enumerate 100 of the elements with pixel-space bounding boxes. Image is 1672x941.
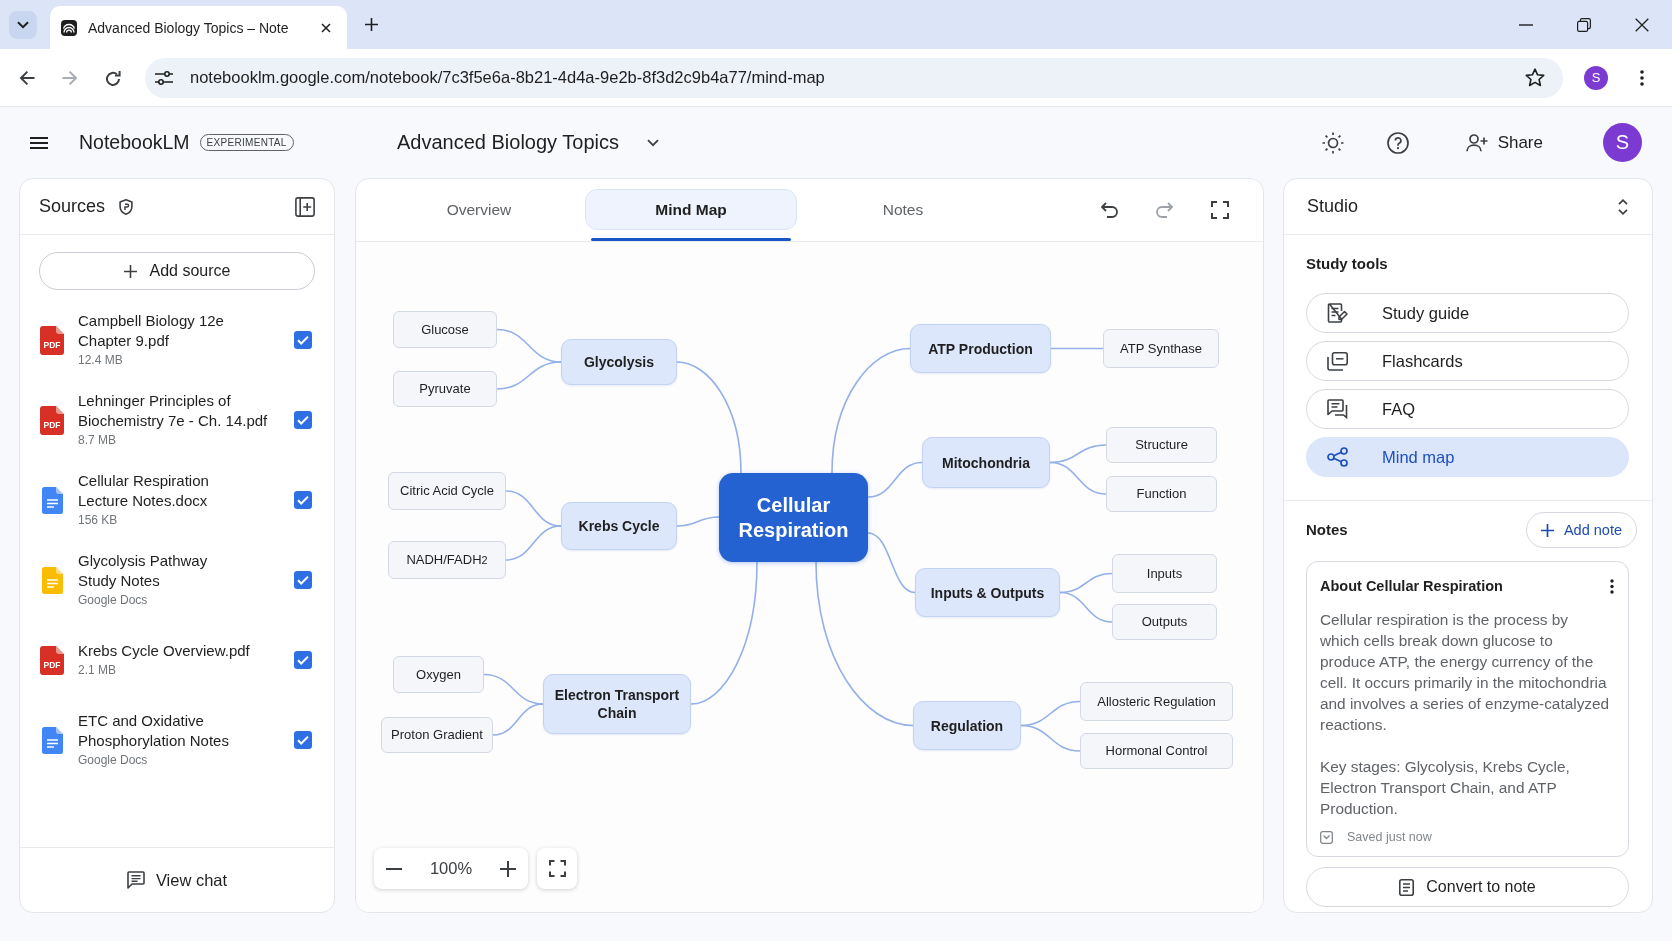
more-icon[interactable] <box>1610 578 1614 594</box>
leaf-node[interactable]: Citric Acid Cycle <box>388 472 506 510</box>
root-node[interactable]: Cellular Respiration <box>719 473 868 562</box>
notebook-title-dropdown[interactable]: Advanced Biology Topics <box>397 131 659 154</box>
favicon-icon <box>61 19 77 36</box>
leaf-node[interactable]: Hormonal Control <box>1080 733 1233 769</box>
fullscreen-icon <box>548 860 566 877</box>
source-meta: 2.1 MB <box>78 662 117 679</box>
plus-icon[interactable] <box>365 18 378 31</box>
leaf-node[interactable]: Inputs <box>1112 554 1217 593</box>
back-arrow-icon[interactable] <box>19 69 35 86</box>
plus-icon <box>123 264 137 278</box>
leaf-node[interactable]: Pyruvate <box>393 371 497 407</box>
study-tool-button[interactable]: Mind map <box>1306 437 1629 477</box>
profile-avatar[interactable]: S <box>1584 65 1608 90</box>
checkbox[interactable] <box>294 491 312 509</box>
pdf-file-icon: PDF <box>40 325 64 355</box>
minus-icon[interactable] <box>386 867 402 870</box>
source-title[interactable]: Lehninger Principles of Biochemistry 7e - Ch. 14.pdf <box>78 391 294 431</box>
source-title[interactable]: Krebs Cycle Overview.pdf <box>78 641 294 661</box>
connector-line <box>496 361 562 390</box>
person-add-icon <box>1465 133 1488 152</box>
browser-tab[interactable]: Advanced Biology Topics – Note <box>50 6 347 49</box>
leaf-node[interactable]: Allosteric Regulation <box>1080 682 1233 721</box>
plus-icon[interactable] <box>500 860 516 877</box>
fullscreen-icon[interactable] <box>1211 201 1229 219</box>
note-card[interactable] <box>1306 561 1629 857</box>
leaf-node[interactable]: Outputs <box>1112 604 1217 640</box>
leaf-node[interactable]: Proton Gradient <box>381 717 493 753</box>
note-icon <box>1399 878 1415 896</box>
address-bar[interactable]: notebooklm.google.com/notebook/7c3f5e6a-8b21-4d4a-9e2b-8f3d2c9b4a77/mind-map <box>145 57 1563 98</box>
share-button[interactable]: Share <box>1465 132 1543 153</box>
source-title[interactable]: ETC and Oxidative Phosphorylation Notes <box>78 711 294 751</box>
checkbox[interactable] <box>294 651 312 669</box>
connector-line <box>492 703 544 736</box>
leaf-node[interactable]: Oxygen <box>393 656 484 693</box>
leaf-node[interactable]: Glucose <box>393 311 497 348</box>
fit-view-button[interactable] <box>537 848 577 889</box>
help-icon[interactable] <box>1386 131 1409 154</box>
stacked-cards-icon <box>1327 351 1348 371</box>
minimize-icon[interactable] <box>1519 23 1533 26</box>
source-title[interactable]: Cellular Respiration Lecture Notes.docx <box>78 471 294 511</box>
tab[interactable]: Mind Map <box>585 189 797 230</box>
undo-icon[interactable] <box>1101 202 1118 218</box>
chat-icon <box>126 871 145 889</box>
chevron-down-icon <box>17 20 29 29</box>
leaf-node[interactable]: Structure <box>1106 427 1217 463</box>
note-text: Cellular respiration is the process by which cells break down glucose to produce ATP, the energy currency of the cell. It occurs primarily in the mitochondria and involves a series of enzyme-catalyzed reactions. <box>1320 610 1610 735</box>
note-text: Key stages: Glycolysis, Krebs Cycle, Electron Transport Chain, and ATP Production. <box>1320 757 1571 819</box>
tab[interactable]: Overview <box>373 189 585 230</box>
source-title[interactable]: Glycolysis Pathway Study Notes <box>78 551 294 591</box>
plus-icon <box>1540 523 1554 537</box>
branch-node[interactable]: Krebs Cycle <box>561 502 677 550</box>
branch-node[interactable]: ATP Production <box>910 324 1051 373</box>
account-avatar[interactable]: S <box>1603 123 1642 162</box>
note-saved-icon <box>1320 830 1333 844</box>
pdf-file-icon: PDF <box>40 405 64 435</box>
star-icon[interactable] <box>1525 68 1545 87</box>
connector-line <box>676 516 720 527</box>
zoom-level: 100% <box>429 859 473 878</box>
checkbox[interactable] <box>294 411 312 429</box>
panel-title: Sources <box>39 196 106 217</box>
branch-node[interactable]: Glycolysis <box>561 339 677 385</box>
pdf-file-icon: PDF <box>40 645 64 675</box>
app-name: NotebookLM <box>79 131 190 154</box>
square-plus-icon[interactable] <box>295 196 315 217</box>
leaf-node[interactable]: Function <box>1106 476 1217 512</box>
close-icon[interactable] <box>1635 17 1649 32</box>
reload-icon[interactable] <box>105 69 121 86</box>
chevron-up-down-icon[interactable] <box>1618 198 1628 215</box>
checkbox[interactable] <box>294 571 312 589</box>
connected-nodes-icon <box>1327 447 1348 467</box>
source-meta: Google Docs <box>78 752 149 769</box>
checkbox[interactable] <box>294 331 312 349</box>
section-heading: Notes <box>1306 520 1348 540</box>
branch-node[interactable]: Inputs & Outputs <box>915 568 1060 617</box>
leaf-node[interactable]: ATP Synthase <box>1103 329 1219 368</box>
tab[interactable]: Notes <box>797 189 1009 230</box>
section-heading: Study tools <box>1306 254 1389 274</box>
source-title[interactable]: Campbell Biology 12e Chapter 9.pdf <box>78 311 294 351</box>
shield-icon[interactable] <box>119 198 134 215</box>
note-title: About Cellular Respiration <box>1320 578 1503 594</box>
connector-line <box>1050 347 1104 350</box>
sun-icon[interactable] <box>1321 131 1344 154</box>
branch-node[interactable]: Mitochondria <box>922 437 1050 488</box>
more-icon[interactable] <box>1640 69 1644 86</box>
source-meta: 12.4 MB <box>78 352 124 369</box>
view-chat-button[interactable]: View chat <box>126 870 228 890</box>
sliders-icon[interactable] <box>155 70 173 85</box>
menu-icon[interactable] <box>30 136 48 149</box>
close-icon[interactable] <box>321 22 331 33</box>
branch-node[interactable]: Regulation <box>913 701 1021 750</box>
tab-list-button[interactable] <box>9 10 37 39</box>
restore-icon[interactable] <box>1577 17 1591 32</box>
document-pen-icon <box>1327 303 1348 323</box>
source-meta: Google Docs <box>78 592 149 609</box>
checkbox[interactable] <box>294 731 312 749</box>
source-meta: 156 KB <box>78 512 119 529</box>
branch-node[interactable]: Electron Transport Chain <box>543 674 691 734</box>
source-meta: 8.7 MB <box>78 432 117 449</box>
